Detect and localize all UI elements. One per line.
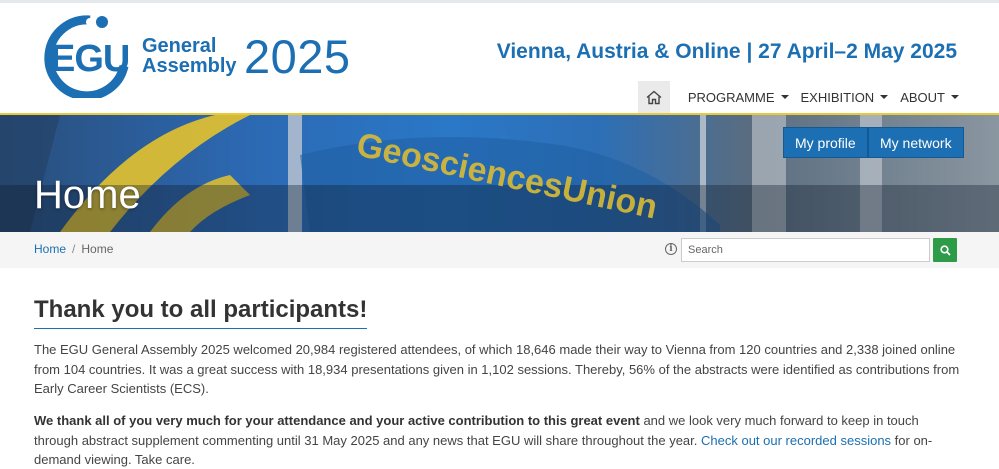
page-title: Home — [34, 173, 141, 217]
logo-general-assembly: General Assembly — [142, 36, 237, 76]
nav-programme-label: PROGRAMME — [687, 89, 775, 105]
section-heading: Thank you to all participants! — [34, 296, 368, 329]
breadcrumb-separator: / — [72, 242, 76, 256]
breadcrumb-current: Home — [81, 242, 114, 256]
search-button[interactable] — [933, 238, 957, 262]
breadcrumb-home-link[interactable]: Home — [34, 242, 66, 256]
home-icon — [646, 90, 662, 104]
nav-about[interactable]: ABOUT — [900, 90, 959, 105]
my-network-button[interactable]: My network — [868, 127, 964, 158]
nav-home-button[interactable] — [637, 81, 670, 113]
hero-banner: GeosciencesUnion Home My profile My netw… — [0, 115, 999, 232]
egu-logo[interactable]: EGU General Assembly 2025 — [32, 14, 362, 98]
flag-text: GeosciencesUnion — [353, 126, 660, 227]
main-nav: PROGRAMME EXHIBITION ABOUT — [637, 81, 959, 113]
info-icon[interactable]: i — [665, 243, 677, 255]
intro-paragraph: The EGU General Assembly 2025 welcomed 2… — [34, 342, 960, 396]
search-icon — [939, 244, 951, 256]
my-profile-button[interactable]: My profile — [783, 127, 868, 158]
logo-egu-text: EGU — [50, 38, 130, 80]
logo-line-assembly: Assembly — [142, 55, 237, 77]
caret-down-icon — [780, 95, 789, 99]
breadcrumb: Home / Home — [34, 242, 113, 256]
logo-year: 2025 — [244, 30, 351, 83]
caret-down-icon — [951, 95, 959, 99]
caret-down-icon — [880, 95, 889, 99]
nav-exhibition[interactable]: EXHIBITION — [801, 90, 889, 105]
breadcrumb-bar: Home / Home i — [0, 232, 999, 268]
search-input[interactable] — [681, 238, 930, 262]
nav-about-label: ABOUT — [900, 89, 945, 105]
event-tagline: Vienna, Austria & Online | 27 April–2 Ma… — [496, 40, 957, 63]
nav-programme[interactable]: PROGRAMME — [688, 90, 789, 105]
thanks-bold-text: We thank all of you very much for your a… — [34, 413, 640, 428]
recorded-sessions-link[interactable]: Check out our recorded sessions — [701, 433, 891, 448]
logo-line-general: General — [142, 35, 217, 57]
top-border — [0, 0, 999, 3]
thanks-paragraph: We thank all of you very much for your a… — [34, 411, 964, 469]
nav-exhibition-label: EXHIBITION — [800, 89, 875, 105]
